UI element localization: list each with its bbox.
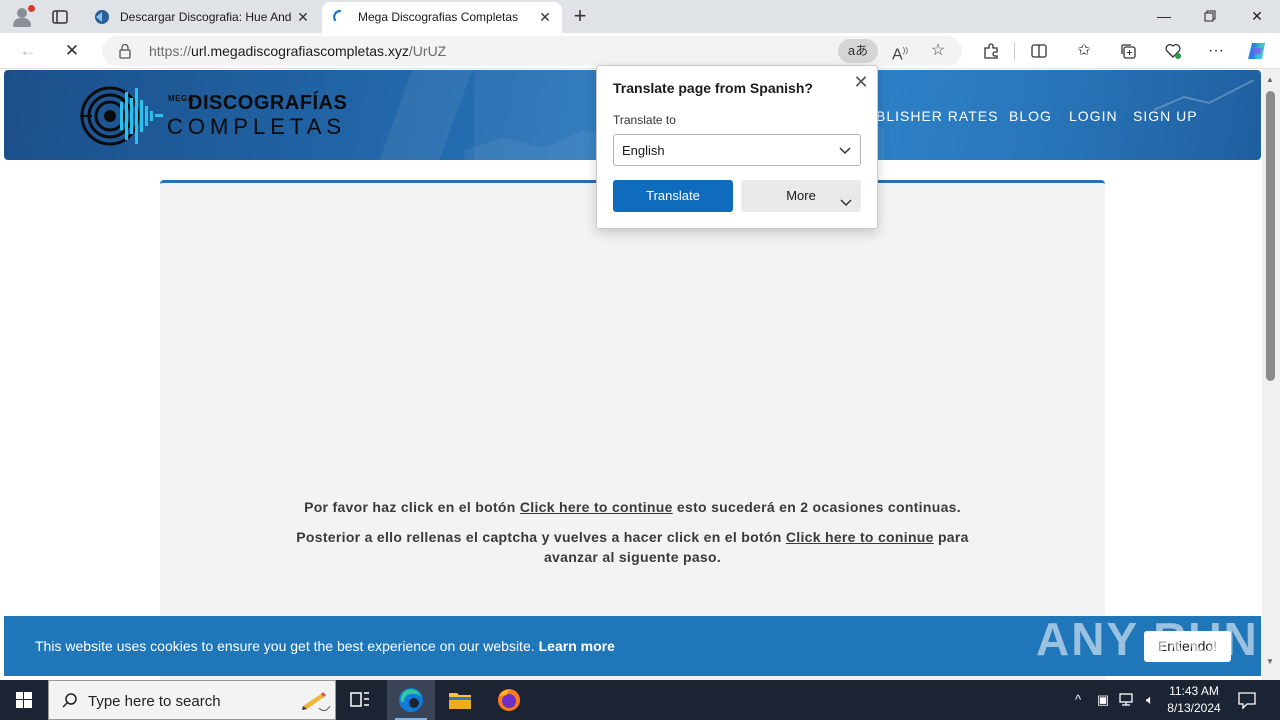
address-bar[interactable]: https://url.megadiscografiascompletas.xy… [102, 36, 962, 66]
tab-title: Mega Discografias Completas [358, 10, 519, 24]
search-highlight-pencil-icon [299, 684, 333, 718]
windows-start-icon[interactable] [0, 680, 48, 720]
nav-login[interactable]: LOGIN [1069, 108, 1118, 126]
more-options-label: More [786, 188, 816, 203]
instruction-line-2: Posterior a ello rellenas el captcha y v… [296, 529, 969, 565]
cookie-message: This website uses cookies to ensure you … [35, 638, 615, 654]
translate-button[interactable]: Translate [613, 180, 733, 212]
tab-mega-discografias[interactable]: Mega Discografias Completas ✕ [322, 2, 562, 33]
volume-speaker-icon[interactable]: 🔈︎ [1140, 690, 1160, 710]
search-icon [61, 692, 79, 710]
more-options-button[interactable]: More [741, 180, 861, 212]
chevron-down-icon [839, 189, 853, 207]
url-text[interactable]: https://url.megadiscografiascompletas.xy… [149, 43, 446, 59]
scrollbar-thumb[interactable] [1266, 91, 1275, 381]
browser-toolbar: ← ✕ https://url.megadiscografiascompleta… [0, 33, 1280, 69]
copilot-icon[interactable] [1244, 39, 1270, 63]
scroll-up-arrow-icon[interactable]: ▲ [1266, 75, 1274, 84]
logo-discografias-text: DISCOGRAFÍAS [188, 92, 348, 114]
lock-icon[interactable] [118, 43, 132, 59]
notification-center-icon[interactable] [1236, 690, 1258, 710]
edge-tab-favicon-icon [94, 9, 110, 25]
clock-time: 11:43 AM [1169, 684, 1219, 698]
edge-browser-taskbar-icon[interactable] [387, 680, 435, 720]
instruction-line-1: Por favor haz click en el botón Click he… [304, 499, 961, 515]
taskbar-search-box[interactable]: Type here to search [48, 680, 336, 720]
file-explorer-icon[interactable] [436, 680, 484, 720]
profile-avatar-icon[interactable] [10, 5, 35, 29]
toolbar-divider [1014, 42, 1015, 60]
anyrun-watermark: ANY RUN [1036, 613, 1259, 665]
scroll-down-arrow-icon[interactable]: ▼ [1266, 657, 1274, 666]
loading-spinner-icon [332, 9, 348, 25]
logo-completas-text: COMPLETAS [167, 114, 347, 139]
learn-more-link[interactable]: Learn more [539, 638, 615, 654]
click-here-to-continue-link[interactable]: Click here to continue [520, 499, 673, 515]
system-clock[interactable]: 11:43 AM 8/13/2024 [1160, 683, 1228, 717]
back-arrow-icon[interactable]: ← [14, 38, 42, 64]
device-tray-icon[interactable]: ▣ [1093, 690, 1113, 710]
tab-close-icon[interactable]: ✕ [536, 8, 554, 26]
translate-popup: Translate page from Spanish? ✕ Translate… [596, 65, 878, 229]
settings-more-icon[interactable]: ··· [1203, 39, 1229, 63]
minimize-window-icon[interactable]: — [1141, 0, 1187, 32]
network-icon[interactable] [1116, 690, 1136, 710]
firefox-icon[interactable] [485, 680, 533, 720]
site-logo[interactable]: MEGA DISCOGRAFÍAS COMPLETAS [78, 84, 347, 148]
tab-title: Descargar Discografia: Hue And Cry [120, 10, 292, 24]
browser-essentials-icon[interactable] [1160, 39, 1186, 63]
nav-blog[interactable]: BLOG [1009, 108, 1052, 126]
translate-page-icon[interactable]: aあ [838, 39, 878, 63]
restore-window-icon[interactable] [1187, 0, 1233, 32]
translate-popup-title: Translate page from Spanish? [613, 80, 813, 96]
stop-loading-icon[interactable]: ✕ [58, 38, 86, 64]
new-tab-plus-icon[interactable]: + [568, 5, 592, 29]
search-placeholder: Type here to search [88, 693, 221, 710]
read-aloud-icon[interactable]: A)) [888, 40, 912, 63]
selected-language: English [622, 143, 665, 158]
tab-descargar-discografia[interactable]: Descargar Discografia: Hue And Cry ✕ [84, 2, 320, 33]
nav-sign-up[interactable]: SIGN UP [1133, 108, 1198, 126]
chevron-down-icon [838, 143, 852, 157]
translate-to-label: Translate to [613, 113, 676, 127]
tab-actions-icon[interactable] [50, 7, 70, 27]
favorites-icon[interactable]: ✩ [1071, 39, 1097, 63]
click-here-to-coninue-link[interactable]: Click here to coninue [786, 529, 934, 545]
split-screen-icon[interactable] [1026, 39, 1052, 63]
page-scrollbar[interactable]: ▲ ▼ [1262, 69, 1280, 680]
collections-icon[interactable] [1115, 39, 1141, 63]
nav-publisher-rates[interactable]: BLISHER RATES [876, 108, 998, 126]
content-card: Por favor haz click en el botón Click he… [160, 180, 1105, 680]
show-hidden-icons-chevron-icon[interactable]: ^ [1068, 690, 1088, 710]
clock-date: 8/13/2024 [1167, 701, 1221, 715]
windows-taskbar: Type here to search ^ ▣ 🔈︎ 11:43 AM 8/13… [0, 680, 1280, 720]
favorite-star-icon[interactable]: ☆ [926, 40, 950, 62]
tab-close-icon[interactable]: ✕ [294, 8, 312, 26]
close-window-icon[interactable]: ✕ [1234, 0, 1280, 32]
extensions-puzzle-icon[interactable] [978, 39, 1004, 63]
close-popup-icon[interactable]: ✕ [851, 72, 871, 92]
browser-tab-strip: Descargar Discografia: Hue And Cry ✕ Meg… [0, 0, 1280, 33]
task-view-icon[interactable] [336, 680, 384, 720]
target-language-select[interactable]: English [613, 134, 861, 166]
